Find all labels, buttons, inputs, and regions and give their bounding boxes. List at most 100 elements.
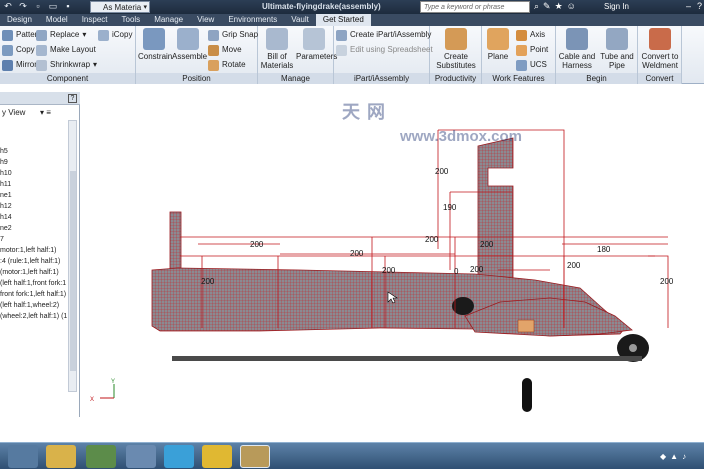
- tree-item[interactable]: :4 (rule:1,left half:1): [0, 256, 68, 267]
- material-dropdown[interactable]: As Materia ▾: [90, 1, 150, 13]
- titlebar-tools: ⌕ ✎ ★ ☺: [534, 1, 576, 12]
- tab-get-started[interactable]: Get Started: [315, 14, 371, 26]
- edit-spreadsheet-button[interactable]: Edit using Spreadsheet: [336, 43, 433, 57]
- skype-icon[interactable]: [164, 445, 194, 468]
- axis-button[interactable]: Axis: [516, 28, 545, 42]
- tree-item[interactable]: h10: [0, 168, 68, 179]
- create-ipart-button[interactable]: Create iPart/iAssembly: [336, 28, 431, 42]
- replace-button[interactable]: Replace ▾: [36, 28, 86, 42]
- tab-environments[interactable]: Environments: [221, 14, 284, 26]
- undo-icon[interactable]: ↶: [2, 1, 14, 12]
- ground-rail: [172, 356, 642, 361]
- sign-in-link[interactable]: Sign In: [604, 2, 629, 11]
- tray-icon[interactable]: ▲: [670, 452, 678, 461]
- parameters-icon: [303, 28, 325, 50]
- help-icon[interactable]: ?: [68, 94, 77, 103]
- graphics-canvas[interactable]: 200 200 200 200 200 200 190 200 180 200 …: [80, 84, 704, 442]
- ucs-icon: [516, 59, 527, 71]
- tab-model[interactable]: Model: [39, 14, 75, 26]
- dim-value: 200: [350, 249, 364, 258]
- copy-icon: [2, 44, 13, 56]
- assemble-label: Assemble: [172, 52, 208, 61]
- rotate-button[interactable]: Rotate: [208, 58, 246, 72]
- new-icon[interactable]: ▫: [32, 1, 44, 12]
- tree-item[interactable]: (motor:1,left half:1): [0, 267, 68, 278]
- tube-pipe-button[interactable]: Tube and Pipe: [598, 28, 636, 70]
- volume-icon[interactable]: ♪: [682, 452, 686, 461]
- shrinkwrap-button[interactable]: Shrinkwrap ▾: [36, 58, 97, 72]
- tray-icon[interactable]: ◆: [660, 452, 666, 461]
- minimize-icon[interactable]: –: [686, 1, 691, 11]
- open-icon[interactable]: ▭: [47, 1, 59, 12]
- dim-value: 200: [382, 266, 396, 275]
- axis-icon: [516, 29, 527, 41]
- tab-manage[interactable]: Manage: [147, 14, 190, 26]
- explorer-icon[interactable]: [46, 445, 76, 468]
- tree-item[interactable]: h14: [0, 212, 68, 223]
- dim-value: 200: [567, 261, 581, 270]
- grip-snap-button[interactable]: Grip Snap: [208, 28, 258, 42]
- tab-design[interactable]: Design: [0, 14, 39, 26]
- tab-inspect[interactable]: Inspect: [75, 14, 115, 26]
- ucs-button[interactable]: UCS: [516, 58, 547, 72]
- component-panel-label: Component: [0, 73, 135, 84]
- tab-tools[interactable]: Tools: [115, 14, 148, 26]
- tree-item[interactable]: ne2: [0, 223, 68, 234]
- point-label: Point: [530, 45, 549, 54]
- dimension-values: 200 200 200 200 200 200 190 200 180 200 …: [201, 167, 674, 286]
- convert-weldment-button[interactable]: Convert to Weldment: [638, 28, 682, 70]
- icopy-button[interactable]: iCopy: [98, 28, 132, 42]
- move-icon: [208, 44, 219, 56]
- user-icon[interactable]: ☺: [567, 1, 576, 12]
- cable-harness-button[interactable]: Cable and Harness: [558, 28, 596, 70]
- tab-vault[interactable]: Vault: [284, 14, 316, 26]
- tree-item[interactable]: motor:1,left half:1): [0, 245, 68, 256]
- save-icon[interactable]: ▪: [62, 1, 74, 12]
- tree-item[interactable]: 7: [0, 234, 68, 245]
- point-button[interactable]: Point: [516, 43, 548, 57]
- copy-button[interactable]: Copy: [2, 43, 35, 57]
- move-button[interactable]: Move: [208, 43, 242, 57]
- redo-icon[interactable]: ↷: [17, 1, 29, 12]
- begin-panel: Cable and Harness Tube and Pipe Begin: [556, 26, 638, 84]
- productivity-panel-label: Productivity: [430, 73, 481, 84]
- tree-item[interactable]: (wheel:2,left half:1) (1: [0, 311, 68, 322]
- mirror-button[interactable]: Mirror: [2, 58, 37, 72]
- media-player-icon[interactable]: [8, 445, 38, 468]
- browser-view-selector[interactable]: y View ▾ ≡: [0, 107, 66, 119]
- tree-item[interactable]: h11: [0, 179, 68, 190]
- scrollbar-thumb[interactable]: [70, 171, 76, 371]
- rotate-label: Rotate: [222, 60, 246, 69]
- vectorworks-icon[interactable]: [202, 445, 232, 468]
- convert-panel-label: Convert: [638, 73, 681, 84]
- browser-scrollbar[interactable]: [68, 120, 77, 392]
- tree-item[interactable]: h9: [0, 157, 68, 168]
- tree-item[interactable]: front fork:1,left half:1): [0, 289, 68, 300]
- triad-x-label: X: [90, 397, 94, 403]
- chrome-icon[interactable]: [86, 445, 116, 468]
- star-icon[interactable]: ★: [555, 1, 563, 12]
- parameters-button[interactable]: Parameters: [296, 28, 337, 61]
- plane-label: Plane: [487, 52, 509, 61]
- convert-weldment-icon: [649, 28, 671, 50]
- tree-item[interactable]: h12: [0, 201, 68, 212]
- constrain-button[interactable]: Constrain: [138, 28, 172, 61]
- make-layout-button[interactable]: Make Layout: [36, 43, 96, 57]
- chevron-down-icon: ▾: [93, 60, 98, 69]
- plane-button[interactable]: Plane: [484, 28, 512, 61]
- assemble-button[interactable]: Assemble: [172, 28, 208, 61]
- wrench-icon[interactable]: ✎: [543, 1, 551, 12]
- inventor-icon[interactable]: [240, 445, 270, 468]
- help-search-input[interactable]: Type a keyword or phrase: [420, 1, 530, 13]
- create-substitutes-button[interactable]: Create Substitutes: [432, 28, 480, 70]
- tree-item[interactable]: (left half:1,wheel:2): [0, 300, 68, 311]
- tab-view[interactable]: View: [190, 14, 221, 26]
- binoculars-icon[interactable]: ⌕: [534, 1, 539, 12]
- manage-panel: Bill of Materials Parameters Manage: [258, 26, 337, 84]
- tree-item[interactable]: (left half:1,front fork:1: [0, 278, 68, 289]
- tree-item[interactable]: h5: [0, 146, 68, 157]
- search-icon[interactable]: [126, 445, 156, 468]
- help-icon[interactable]: ?: [697, 1, 702, 11]
- tree-item[interactable]: ne1: [0, 190, 68, 201]
- bill-of-materials-button[interactable]: Bill of Materials: [260, 28, 294, 70]
